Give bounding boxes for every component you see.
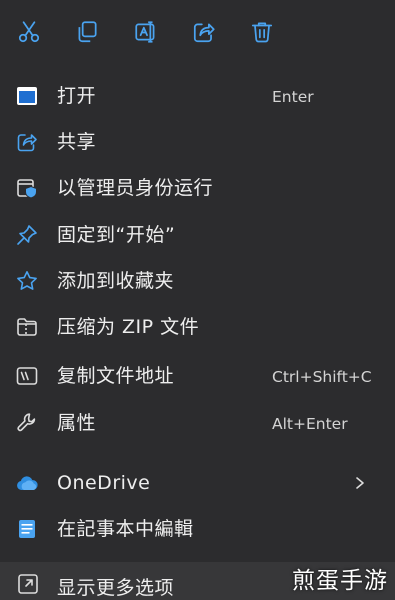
watermark-text: 煎蛋手游 <box>292 568 388 594</box>
notepad-icon <box>14 516 40 542</box>
menu-item-label: 添加到收藏夹 <box>57 270 175 292</box>
shortcut-text: Ctrl+Shift+C <box>272 368 372 386</box>
shield-icon <box>14 175 40 201</box>
pin-icon <box>14 222 40 248</box>
rename-icon <box>133 19 159 49</box>
path-copy-icon <box>14 363 40 389</box>
menu-item-pin-to-start[interactable]: 固定到“开始” <box>0 213 395 257</box>
menu-item-onedrive[interactable]: OneDrive <box>0 461 395 505</box>
menu-item-label: 压缩为 ZIP 文件 <box>57 316 200 338</box>
share-icon <box>191 19 217 49</box>
menu-item-label: 打开 <box>57 85 97 107</box>
menu-item-label: 以管理员身份运行 <box>57 177 214 199</box>
share-button[interactable] <box>186 16 222 52</box>
share-icon <box>14 129 40 155</box>
menu-item-copy-path[interactable]: 复制文件地址 Ctrl+Shift+C <box>0 354 395 398</box>
menu-item-label: OneDrive <box>57 472 151 494</box>
menu-item-add-to-favorites[interactable]: 添加到收藏夹 <box>0 259 395 303</box>
menu-item-label: 共享 <box>57 131 97 153</box>
menu-item-share[interactable]: 共享 <box>0 120 395 164</box>
copy-icon <box>74 19 100 49</box>
zip-folder-icon <box>14 314 40 340</box>
menu-item-label: 在記事本中編輯 <box>57 518 194 540</box>
menu-item-edit-in-notepad[interactable]: 在記事本中編輯 <box>0 507 395 551</box>
shortcut-text: Enter <box>272 88 314 106</box>
context-menu-toolbar <box>0 14 395 54</box>
menu-item-compress-zip[interactable]: 压缩为 ZIP 文件 <box>0 305 395 349</box>
cut-icon <box>16 19 42 49</box>
context-menu: 打开 Enter 共享 以管理员身份运行 固定到“开始” 添加到收藏夹 压缩为 … <box>0 0 395 600</box>
delete-button[interactable] <box>244 16 280 52</box>
star-icon <box>14 268 40 294</box>
menu-item-label: 固定到“开始” <box>57 224 176 246</box>
chevron-right-icon <box>352 473 368 493</box>
cloud-icon <box>14 470 40 496</box>
menu-item-run-as-admin[interactable]: 以管理员身份运行 <box>0 166 395 210</box>
cut-button[interactable] <box>11 16 47 52</box>
menu-item-properties[interactable]: 属性 Alt+Enter <box>0 401 395 445</box>
menu-item-label: 复制文件地址 <box>57 365 175 387</box>
shortcut-text: Alt+Enter <box>272 415 348 433</box>
menu-item-label: 属性 <box>57 412 97 434</box>
rename-button[interactable] <box>128 16 164 52</box>
open-window-icon <box>14 83 40 109</box>
menu-item-open[interactable]: 打开 Enter <box>0 74 395 118</box>
more-options-icon <box>16 572 40 596</box>
delete-icon <box>249 19 275 49</box>
menu-item-label: 显示更多选项 <box>57 577 175 599</box>
copy-button[interactable] <box>69 16 105 52</box>
wrench-icon <box>14 410 40 436</box>
menu-separator <box>0 453 395 454</box>
